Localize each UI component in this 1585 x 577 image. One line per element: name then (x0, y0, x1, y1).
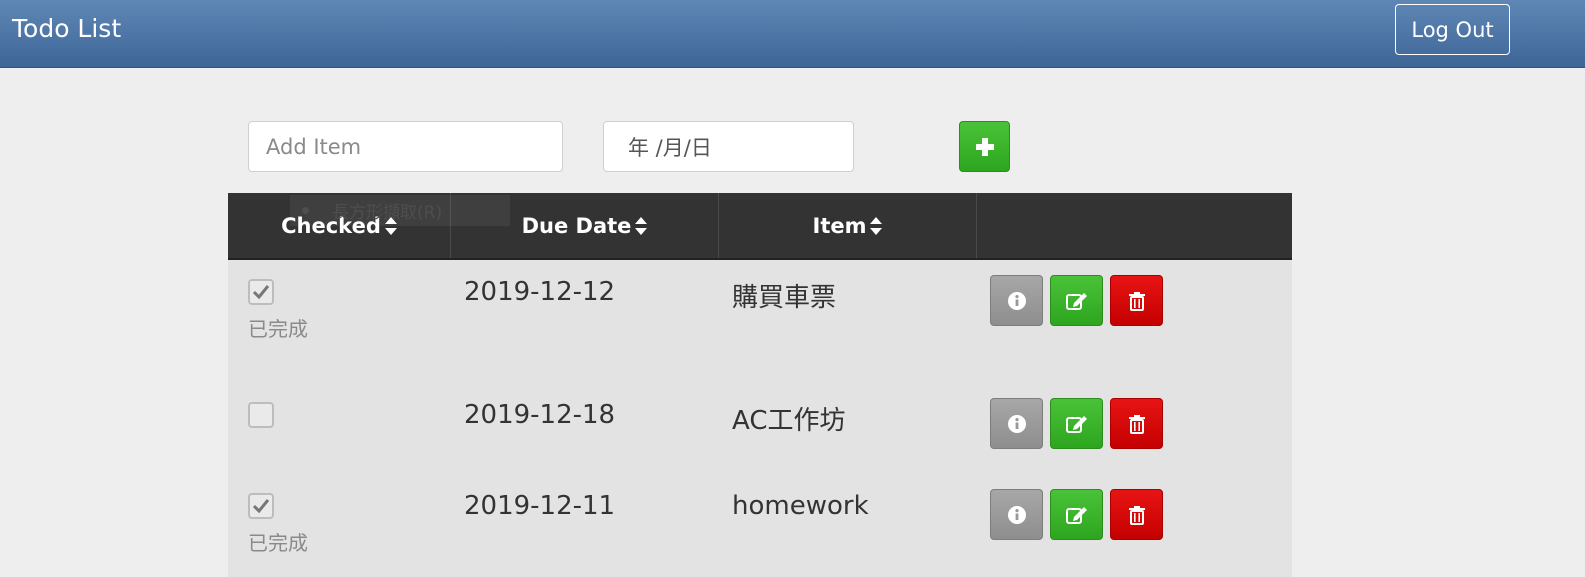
item-cell: homework (732, 491, 869, 521)
delete-button[interactable] (1110, 489, 1163, 540)
item-cell: AC工作坊 (732, 406, 846, 436)
plus-icon (975, 137, 994, 156)
due-date-input[interactable]: 年 /月/日 (603, 121, 854, 172)
info-icon (1007, 414, 1026, 433)
ghost-menu-label: 長方形擷取(R) (332, 203, 443, 223)
trash-icon (1128, 505, 1145, 525)
add-item-placeholder: Add Item (266, 134, 362, 159)
row-checkbox[interactable] (248, 493, 274, 519)
edit-button[interactable] (1050, 489, 1103, 540)
edit-icon (1065, 292, 1087, 310)
status-label: 已完成 (248, 531, 308, 555)
edit-icon (1065, 506, 1087, 524)
edit-button[interactable] (1050, 398, 1103, 449)
edit-icon (1065, 415, 1087, 433)
info-icon (1007, 505, 1026, 524)
row-checkbox[interactable] (248, 402, 274, 428)
add-item-input[interactable]: Add Item (248, 121, 563, 172)
header-item-label: Item (812, 213, 867, 238)
due-date-cell: 2019-12-18 (464, 400, 616, 430)
bullet-icon (302, 207, 309, 214)
sort-icon (635, 216, 648, 235)
info-button[interactable] (990, 275, 1043, 326)
due-date-placeholder: 年 /月/日 (628, 135, 712, 160)
delete-button[interactable] (1110, 275, 1163, 326)
delete-button[interactable] (1110, 398, 1163, 449)
info-icon (1007, 291, 1026, 310)
checkmark-icon (252, 499, 270, 514)
info-button[interactable] (990, 489, 1043, 540)
info-button[interactable] (990, 398, 1043, 449)
header-actions (977, 193, 1292, 258)
trash-icon (1128, 291, 1145, 311)
row-checkbox[interactable] (248, 279, 274, 305)
status-label: 已完成 (248, 317, 308, 341)
trash-icon (1128, 414, 1145, 434)
table-header: Checked Due Date Item 長方形擷取(R) (228, 193, 1292, 260)
todo-table: Checked Due Date Item 長方形擷取(R) 已完成 2019-… (228, 193, 1292, 577)
ghost-context-menu: 長方形擷取(R) (290, 195, 510, 226)
checkmark-icon (252, 285, 270, 300)
app-title[interactable]: Todo List (12, 14, 121, 43)
navbar: Todo List Log Out (0, 0, 1585, 68)
header-item[interactable]: Item (719, 193, 977, 258)
item-cell: 購買車票 (732, 283, 837, 313)
due-date-cell: 2019-12-12 (464, 277, 616, 307)
logout-button[interactable]: Log Out (1395, 4, 1510, 55)
header-due-date-label: Due Date (521, 213, 632, 238)
due-date-cell: 2019-12-11 (464, 491, 616, 521)
add-button[interactable] (959, 121, 1010, 172)
sort-icon (870, 216, 883, 235)
edit-button[interactable] (1050, 275, 1103, 326)
